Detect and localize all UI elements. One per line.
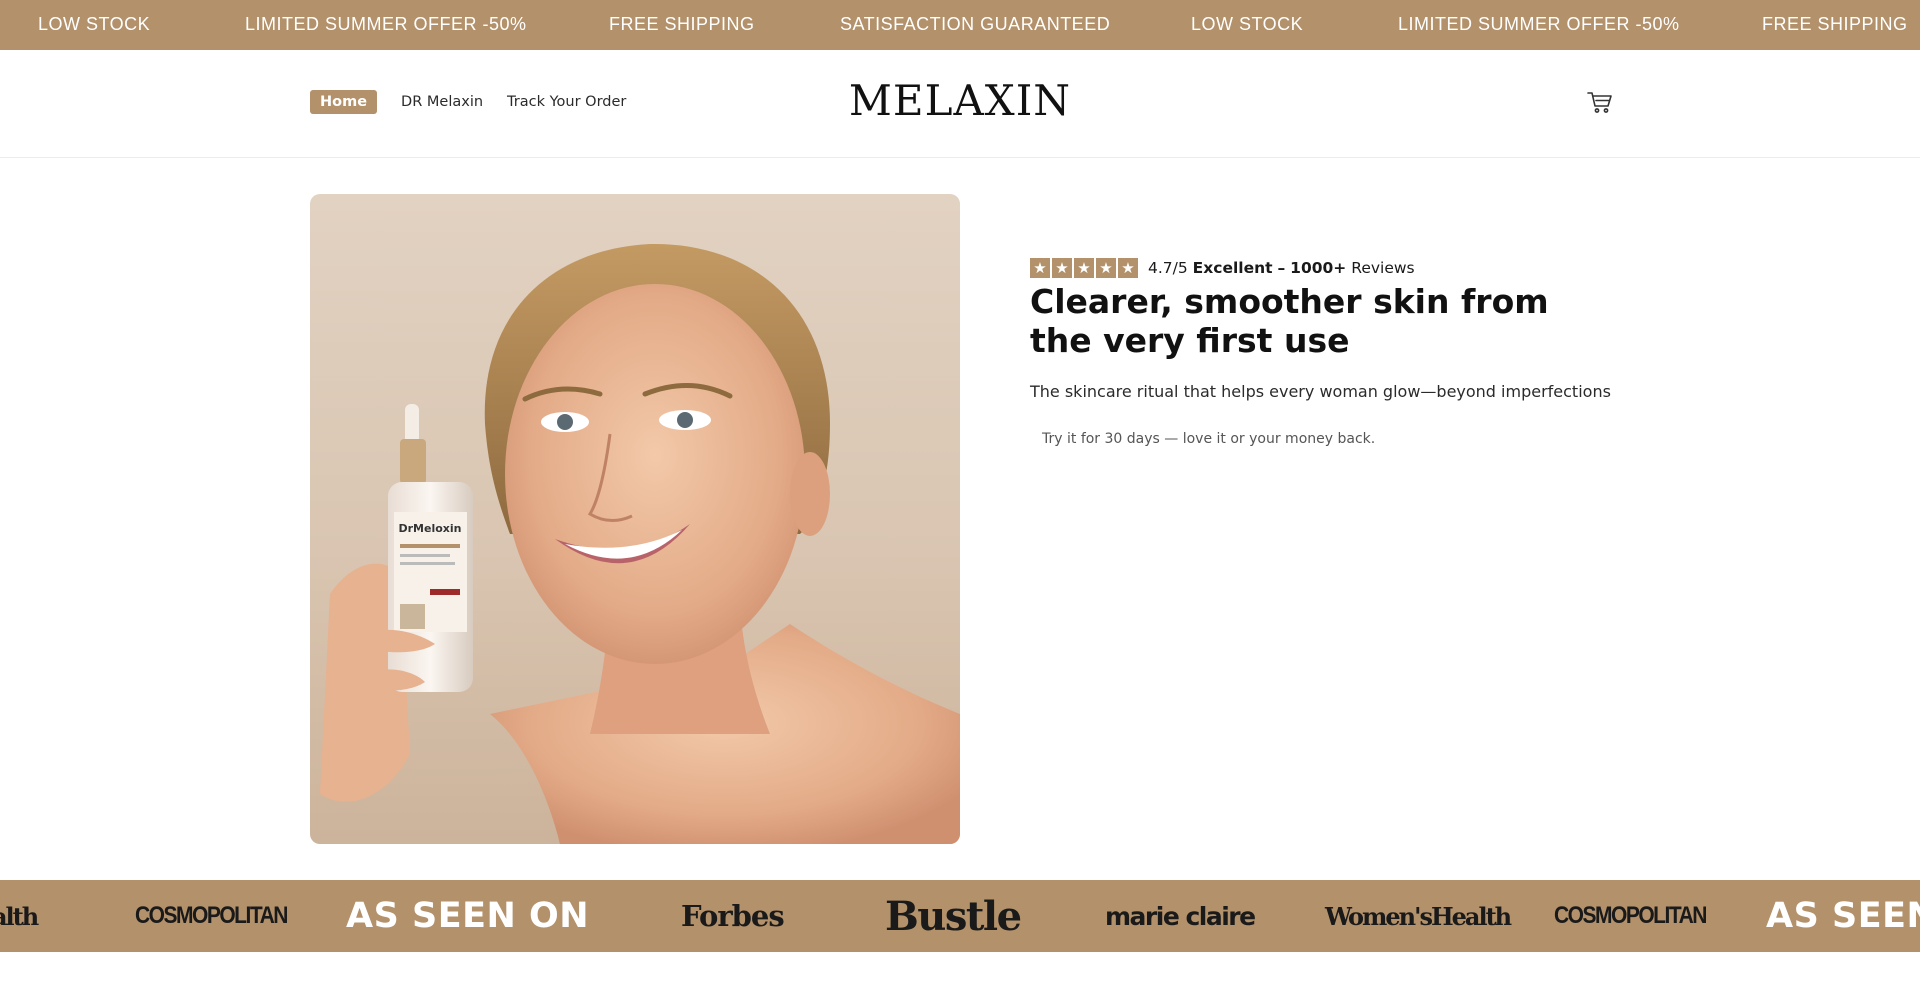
rating-separator: –	[1277, 259, 1286, 277]
bottle-label: DrMeloxin	[399, 522, 462, 535]
press-logo-marie-claire: marie claire	[1105, 901, 1256, 931]
review-suffix: Reviews	[1351, 259, 1415, 277]
star-icon: ★	[1096, 258, 1116, 278]
announcement-track: LOW STOCK LIMITED SUMMER OFFER -50% FREE…	[0, 0, 1920, 50]
site-header: Home DR Melaxin Track Your Order MELAXIN	[0, 50, 1920, 158]
rating-score: 4.7/5	[1148, 259, 1188, 277]
announcement-item: LIMITED SUMMER OFFER -50%	[245, 14, 527, 34]
hero-headline: Clearer, smoother skin from the very fir…	[1030, 282, 1549, 360]
announcement-item: FREE SHIPPING	[609, 14, 755, 34]
announcement-item: LOW STOCK	[1191, 14, 1304, 34]
announcement-item: FREE SHIPPING	[1762, 14, 1908, 34]
cart-icon[interactable]	[1586, 88, 1614, 116]
press-logo-cosmopolitan: COSMOPOLITAN	[1554, 902, 1707, 929]
hero-subtitle: The skincare ritual that helps every wom…	[1030, 382, 1611, 401]
rating-summary: ★ ★ ★ ★ ★ 4.7/5 Excellent – 1000+ Review…	[1030, 258, 1415, 278]
hero-image: DrMeloxin	[310, 194, 960, 844]
press-bar: alth COSMOPOLITAN AS SEEN ON Forbes Bust…	[0, 880, 1920, 952]
press-logo-womens-health: Women'sHealth	[1325, 901, 1512, 931]
announcement-item: SATISFACTION GUARANTEED	[840, 14, 1111, 34]
star-icon: ★	[1074, 258, 1094, 278]
star-icon: ★	[1030, 258, 1050, 278]
press-logo-cosmopolitan: COSMOPOLITAN	[135, 902, 288, 929]
press-logo-forbes: Forbes	[681, 899, 785, 933]
site-logo[interactable]: MELAXIN	[0, 76, 1920, 125]
as-seen-on-label: AS SEEN	[1766, 896, 1920, 936]
review-count: 1000+	[1290, 259, 1347, 277]
star-icon: ★	[1118, 258, 1138, 278]
as-seen-on-label: AS SEEN ON	[346, 896, 590, 936]
announcement-bar: LOW STOCK LIMITED SUMMER OFFER -50% FREE…	[0, 0, 1920, 50]
star-icon: ★	[1052, 258, 1072, 278]
star-rating: ★ ★ ★ ★ ★	[1030, 258, 1140, 278]
announcement-item: LOW STOCK	[38, 14, 151, 34]
press-logo-womens-health: alth	[0, 901, 39, 931]
press-logo-bustle: Bustle	[885, 892, 1022, 940]
announcement-item: LIMITED SUMMER OFFER -50%	[1398, 14, 1680, 34]
money-back-guarantee: Try it for 30 days — love it or your mon…	[1042, 431, 1376, 447]
rating-label: Excellent	[1192, 259, 1273, 277]
